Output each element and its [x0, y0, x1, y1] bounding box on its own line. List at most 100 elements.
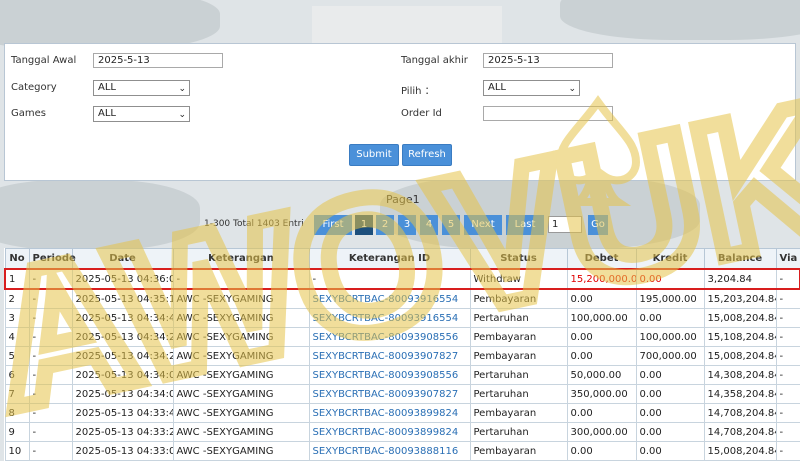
- cell-date: 2025-05-13 04:34:05: [71, 384, 174, 404]
- background-map: [0, 180, 200, 250]
- cell-status: Pembayaran: [469, 403, 568, 423]
- cell-via: -: [775, 441, 800, 461]
- cell-balance: 15,108,204.84: [703, 327, 777, 347]
- tanggal-akhir-input[interactable]: 2025-5-13: [483, 53, 613, 68]
- cell-via: -: [775, 403, 800, 423]
- cell-periode: -: [28, 422, 73, 442]
- cell-kredit: 700,000.00: [635, 346, 705, 366]
- table-row: 5 - 2025-05-13 04:34:26 AWC -SEXYGAMING …: [4, 346, 800, 366]
- cell-keterangan: AWC -SEXYGAMING: [172, 308, 310, 328]
- cell-keterangan-id-link[interactable]: SEXYBCRTBAC-80093916554: [308, 288, 471, 309]
- column-header-keterangan-id: Keterangan ID: [308, 248, 471, 270]
- games-select-value: ALL: [98, 108, 116, 119]
- cell-keterangan-id-link[interactable]: SEXYBCRTBAC-80093908556: [308, 365, 471, 385]
- cell-debet: 0.00: [566, 441, 637, 461]
- page-button-4[interactable]: 4: [420, 215, 438, 235]
- cell-balance: 14,708,204.84: [703, 403, 777, 423]
- cell-keterangan: AWC -SEXYGAMING: [172, 384, 310, 404]
- pilih-select-value: ALL: [488, 82, 506, 93]
- cell-kredit: 100,000.00: [635, 327, 705, 347]
- cell-keterangan: AWC -SEXYGAMING: [172, 441, 310, 461]
- column-header-keterangan: Keterangan: [172, 248, 310, 270]
- cell-date: 2025-05-13 04:36:01: [71, 268, 174, 290]
- cell-no: 9: [4, 422, 30, 442]
- cell-date: 2025-05-13 04:33:46: [71, 403, 174, 423]
- blurred-header: [312, 6, 502, 48]
- cell-periode: -: [28, 403, 73, 423]
- cell-keterangan: AWC -SEXYGAMING: [172, 346, 310, 366]
- goto-page-input[interactable]: 1: [548, 216, 582, 233]
- go-button[interactable]: Go: [588, 215, 608, 235]
- cell-no: 4: [4, 327, 30, 347]
- tanggal-awal-input[interactable]: 2025-5-13: [93, 53, 223, 68]
- table-row: 3 - 2025-05-13 04:34:46 AWC -SEXYGAMING …: [4, 308, 800, 328]
- refresh-button[interactable]: Refresh: [402, 144, 452, 166]
- cell-status: Pertaruhan: [469, 365, 568, 385]
- cell-debet: 300,000.00: [566, 422, 637, 442]
- cell-no: 3: [4, 308, 30, 328]
- page-button-2[interactable]: 2: [376, 215, 394, 235]
- chevron-down-icon: ⌄: [568, 84, 576, 94]
- cell-balance: 3,204.84: [703, 268, 777, 290]
- transactions-table: No Periode Date Keterangan Keterangan ID…: [4, 248, 800, 461]
- cell-status: Pembayaran: [469, 288, 568, 309]
- filter-form: Tanggal Awal 2025-5-13 Category ALL ⌄ Ga…: [4, 43, 796, 181]
- cell-keterangan-id-link[interactable]: SEXYBCRTBAC-80093908556: [308, 327, 471, 347]
- cell-debet: 350,000.00: [566, 384, 637, 404]
- next-page-button[interactable]: Next: [464, 215, 502, 235]
- category-select[interactable]: ALL ⌄: [93, 80, 190, 96]
- cell-keterangan-id-link[interactable]: SEXYBCRTBAC-80093888116: [308, 441, 471, 461]
- cell-periode: -: [28, 441, 73, 461]
- cell-date: 2025-05-13 04:35:12: [71, 288, 174, 309]
- cell-status: Pembayaran: [469, 441, 568, 461]
- page-button-3[interactable]: 3: [398, 215, 416, 235]
- cell-kredit: 0.00: [635, 268, 705, 290]
- cell-kredit: 0.00: [635, 441, 705, 461]
- table-row: 4 - 2025-05-13 04:34:26 AWC -SEXYGAMING …: [4, 327, 800, 347]
- cell-keterangan: AWC -SEXYGAMING: [172, 365, 310, 385]
- tanggal-akhir-label: Tanggal akhir: [401, 55, 468, 66]
- cell-status: Pertaruhan: [469, 384, 568, 404]
- cell-date: 2025-05-13 04:34:26: [71, 327, 174, 347]
- cell-balance: 14,358,204.84: [703, 384, 777, 404]
- page-button-5[interactable]: 5: [442, 215, 460, 235]
- order-id-label: Order Id: [401, 108, 442, 119]
- last-page-button[interactable]: Last: [506, 215, 544, 235]
- cell-periode: -: [28, 308, 73, 328]
- cell-balance: 14,308,204.84: [703, 365, 777, 385]
- cell-kredit: 0.00: [635, 422, 705, 442]
- pilih-select[interactable]: ALL ⌄: [483, 80, 580, 96]
- page-button-1[interactable]: 1: [355, 215, 373, 235]
- first-page-button[interactable]: First: [314, 215, 352, 235]
- cell-date: 2025-05-13 04:34:07: [71, 365, 174, 385]
- table-row: 6 - 2025-05-13 04:34:07 AWC -SEXYGAMING …: [4, 365, 800, 385]
- cell-no: 2: [4, 288, 30, 309]
- cell-periode: -: [28, 327, 73, 347]
- cell-keterangan-id-link[interactable]: SEXYBCRTBAC-80093899824: [308, 422, 471, 442]
- category-label: Category: [11, 82, 57, 93]
- order-id-input[interactable]: [483, 106, 613, 121]
- cell-status: Pembayaran: [469, 327, 568, 347]
- cell-periode: -: [28, 346, 73, 366]
- table-row: 2 - 2025-05-13 04:35:12 AWC -SEXYGAMING …: [4, 288, 800, 309]
- table-row: 9 - 2025-05-13 04:33:27 AWC -SEXYGAMING …: [4, 422, 800, 442]
- page-title: Page1: [386, 193, 420, 206]
- cell-keterangan-id-link[interactable]: SEXYBCRTBAC-80093916554: [308, 308, 471, 328]
- cell-kredit: 0.00: [635, 365, 705, 385]
- cell-keterangan-id-link[interactable]: SEXYBCRTBAC-80093907827: [308, 346, 471, 366]
- column-header-debet: Debet: [566, 248, 637, 270]
- cell-kredit: 0.00: [635, 384, 705, 404]
- cell-periode: -: [28, 268, 73, 290]
- cell-debet: 0.00: [566, 288, 637, 309]
- cell-no: 10: [4, 441, 30, 461]
- cell-balance: 15,008,204.84: [703, 441, 777, 461]
- column-header-status: Status: [469, 248, 568, 270]
- cell-no: 7: [4, 384, 30, 404]
- games-select[interactable]: ALL ⌄: [93, 106, 190, 122]
- cell-keterangan-id-link[interactable]: SEXYBCRTBAC-80093899824: [308, 403, 471, 423]
- table-row: 8 - 2025-05-13 04:33:46 AWC -SEXYGAMING …: [4, 403, 800, 423]
- cell-periode: -: [28, 384, 73, 404]
- cell-keterangan-id-link[interactable]: SEXYBCRTBAC-80093907827: [308, 384, 471, 404]
- submit-button[interactable]: Submit: [349, 144, 399, 166]
- column-header-balance: Balance: [703, 248, 777, 270]
